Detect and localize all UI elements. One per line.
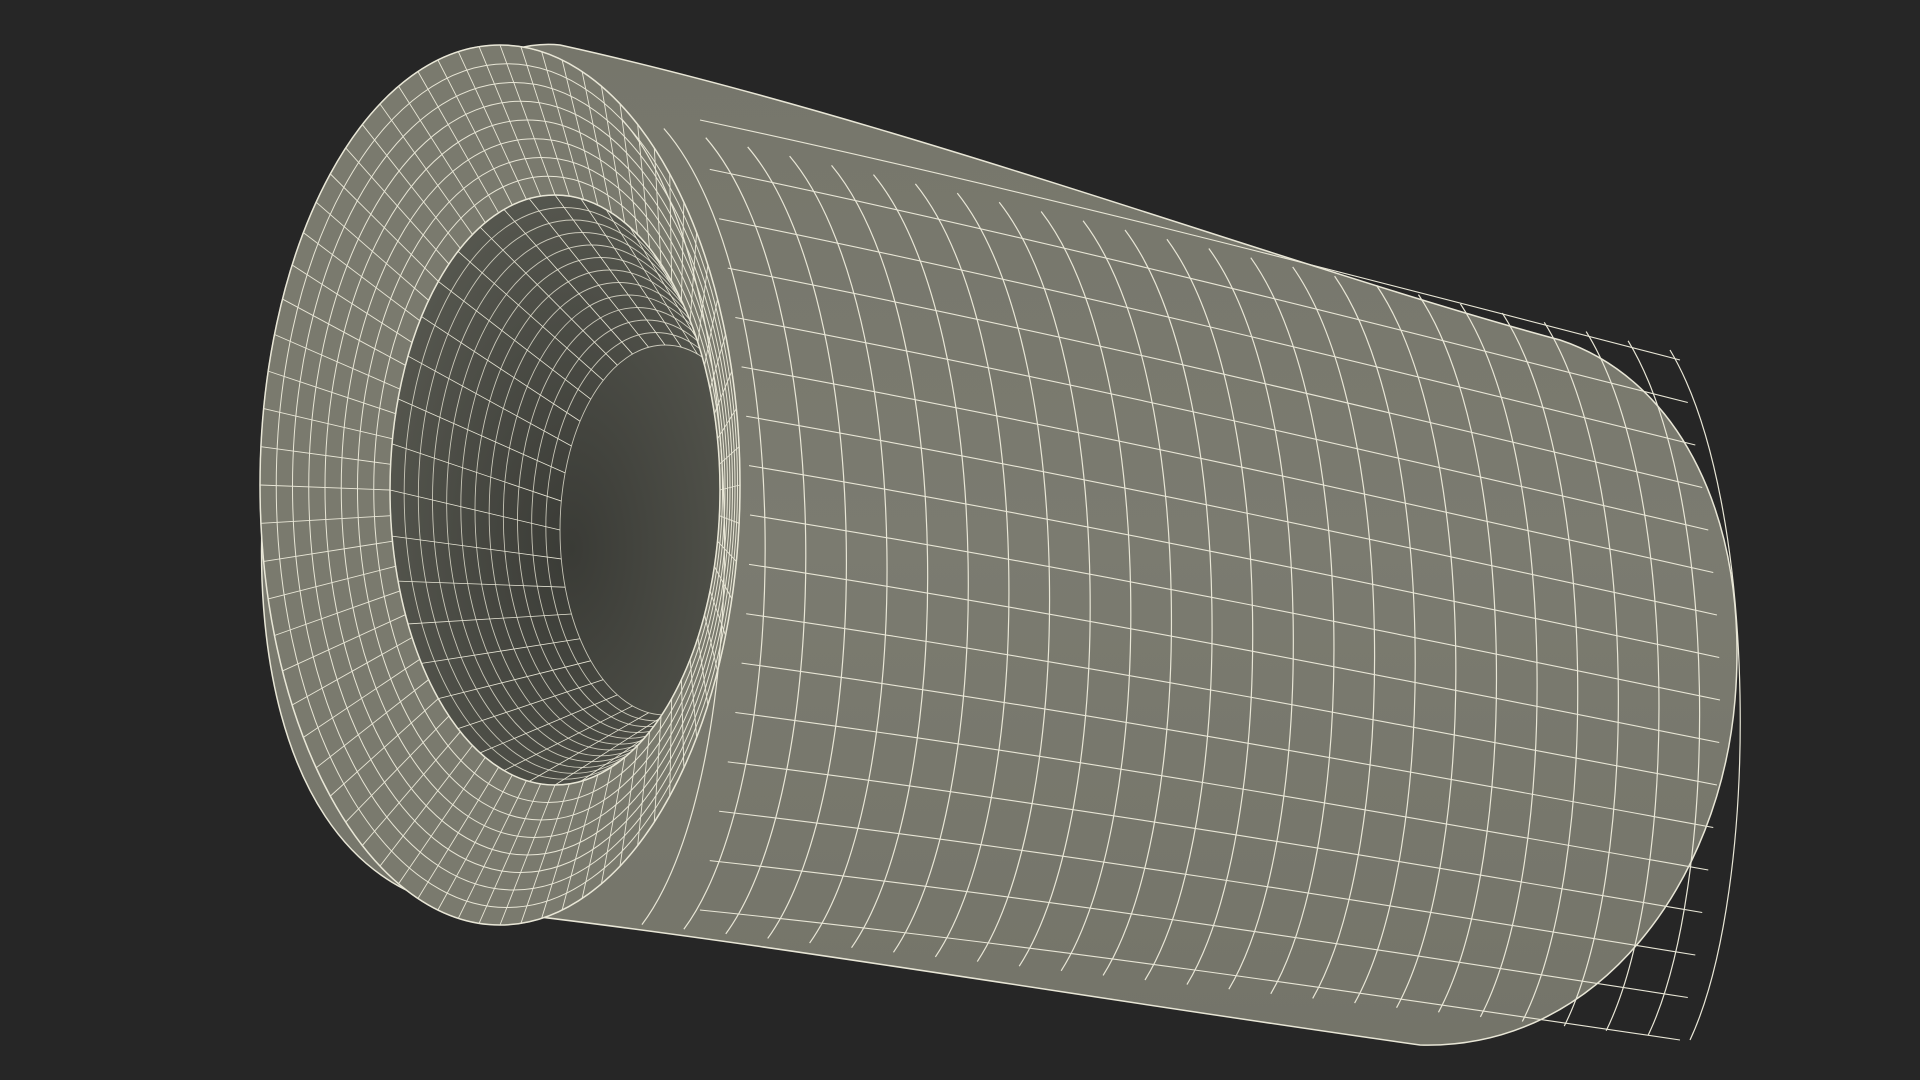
3d-viewport[interactable] xyxy=(0,0,1920,1080)
wireframe-tube-model xyxy=(259,43,1741,1046)
